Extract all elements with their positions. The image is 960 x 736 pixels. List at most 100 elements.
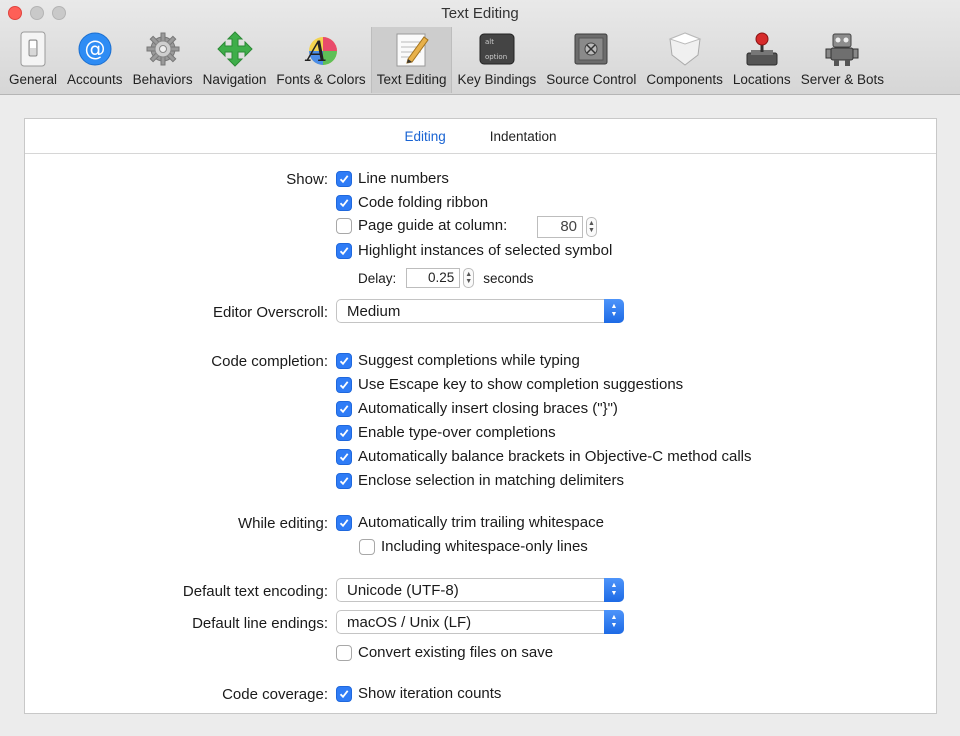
convert-files-checkbox[interactable] xyxy=(336,644,352,661)
whitespace-only-option[interactable]: Including whitespace-only lines xyxy=(359,538,588,555)
stepper-down-icon: ▼ xyxy=(465,278,473,285)
text-edit-pad-icon xyxy=(393,30,431,68)
toolbar-label: Source Control xyxy=(546,72,637,87)
coverage-label: Code coverage: xyxy=(222,686,328,703)
completion-option-brackets[interactable]: Automatically balance brackets in Object… xyxy=(336,448,752,465)
escape-key-checkbox[interactable] xyxy=(336,376,352,393)
iteration-counts-label: Show iteration counts xyxy=(358,685,502,702)
robot-icon xyxy=(823,30,861,68)
svg-text:@: @ xyxy=(84,37,105,61)
iteration-counts-option[interactable]: Show iteration counts xyxy=(336,685,501,702)
toolbar-label: Key Bindings xyxy=(457,72,537,87)
highlight-instances-option[interactable]: Highlight instances of selected symbol xyxy=(336,242,612,259)
completion-option-escape[interactable]: Use Escape key to show completion sugges… xyxy=(336,376,683,393)
tab-indentation[interactable]: Indentation xyxy=(490,129,557,144)
line-numbers-label: Line numbers xyxy=(358,170,449,187)
line-endings-select[interactable]: macOS / Unix (LF) ▲ ▼ xyxy=(336,610,624,634)
encoding-select[interactable]: Unicode (UTF-8) ▲ ▼ xyxy=(336,578,624,602)
toolbar-item-source-control[interactable]: Source Control xyxy=(541,27,641,93)
stepper-up-icon: ▲ xyxy=(465,271,473,278)
overscroll-select[interactable]: Medium ▲ ▼ xyxy=(336,299,624,323)
balance-brackets-checkbox[interactable] xyxy=(336,448,352,465)
toolbar-item-components[interactable]: Components xyxy=(641,27,728,93)
at-sign-icon: @ xyxy=(76,30,114,68)
title-bar: Text Editing General @ Accounts Behavior… xyxy=(0,0,960,95)
code-folding-checkbox[interactable] xyxy=(336,194,352,211)
completion-option-enclose[interactable]: Enclose selection in matching delimiters xyxy=(336,472,624,489)
svg-text:option: option xyxy=(485,53,507,61)
delay-field[interactable]: 0.25 xyxy=(406,268,461,288)
delay-unit: seconds xyxy=(483,270,534,286)
page-guide-option[interactable]: Page guide at column: xyxy=(336,217,507,234)
page-guide-column-field[interactable]: 80 xyxy=(537,216,583,238)
window-title: Text Editing xyxy=(441,5,519,22)
toolbar-label: Behaviors xyxy=(132,72,193,87)
line-numbers-checkbox[interactable] xyxy=(336,170,352,187)
completion-option-braces[interactable]: Automatically insert closing braces ("}"… xyxy=(336,400,618,417)
closing-braces-checkbox[interactable] xyxy=(336,400,352,417)
code-folding-option[interactable]: Code folding ribbon xyxy=(336,194,488,211)
whitespace-only-checkbox[interactable] xyxy=(359,538,375,555)
line-endings-label: Default line endings: xyxy=(192,615,328,632)
trim-whitespace-option[interactable]: Automatically trim trailing whitespace xyxy=(336,514,604,531)
type-over-checkbox[interactable] xyxy=(336,424,352,441)
tab-editing[interactable]: Editing xyxy=(404,129,445,144)
toolbar-item-server-bots[interactable]: Server & Bots xyxy=(796,27,889,93)
preferences-toolbar: General @ Accounts Behaviors Navigation … xyxy=(4,27,889,93)
page-guide-label: Page guide at column: xyxy=(358,217,508,234)
trim-whitespace-checkbox[interactable] xyxy=(336,514,352,531)
enclose-selection-checkbox[interactable] xyxy=(336,472,352,489)
encoding-value: Unicode (UTF-8) xyxy=(347,581,459,599)
toolbar-item-key-bindings[interactable]: alt option Key Bindings xyxy=(452,27,541,93)
show-label: Show: xyxy=(286,171,328,188)
select-chevron-icon: ▲ ▼ xyxy=(604,299,624,323)
suggest-completions-checkbox[interactable] xyxy=(336,352,352,369)
code-folding-label: Code folding ribbon xyxy=(358,194,489,211)
toolbar-item-behaviors[interactable]: Behaviors xyxy=(128,27,198,93)
overscroll-label: Editor Overscroll: xyxy=(212,304,328,321)
toolbar-item-fonts-colors[interactable]: A Fonts & Colors xyxy=(271,27,370,93)
whitespace-only-label: Including whitespace-only lines xyxy=(381,538,588,555)
highlight-instances-label: Highlight instances of selected symbol xyxy=(358,242,613,259)
toolbar-item-navigation[interactable]: Navigation xyxy=(198,27,272,93)
completion-option-suggest[interactable]: Suggest completions while typing xyxy=(336,352,580,369)
toolbar-label: General xyxy=(9,72,58,87)
encoding-label: Default text encoding: xyxy=(182,583,328,600)
closing-braces-label: Automatically insert closing braces ("}"… xyxy=(358,400,618,417)
move-arrows-icon xyxy=(216,30,254,68)
line-endings-value: macOS / Unix (LF) xyxy=(347,613,472,631)
balance-brackets-label: Automatically balance brackets in Object… xyxy=(358,448,752,465)
option-key-icon: alt option xyxy=(478,30,516,68)
joystick-icon xyxy=(743,30,781,68)
stepper-down-icon: ▼ xyxy=(588,227,595,234)
color-font-icon: A xyxy=(302,30,340,68)
select-chevron-icon: ▲ ▼ xyxy=(604,610,624,634)
svg-text:A: A xyxy=(304,35,327,67)
toolbar-item-accounts[interactable]: @ Accounts xyxy=(62,27,128,93)
enclose-selection-label: Enclose selection in matching delimiters xyxy=(358,472,624,489)
general-switch-icon xyxy=(14,30,52,68)
toolbar-label: Text Editing xyxy=(376,72,447,87)
page-guide-stepper[interactable]: ▲ ▼ xyxy=(586,217,597,237)
toolbar-label: Fonts & Colors xyxy=(276,72,366,87)
toolbar-item-locations[interactable]: Locations xyxy=(728,27,796,93)
suggest-completions-label: Suggest completions while typing xyxy=(358,352,580,369)
delay-stepper[interactable]: ▲ ▼ xyxy=(463,268,475,288)
tab-bar: Editing Indentation xyxy=(25,119,936,154)
highlight-instances-checkbox[interactable] xyxy=(336,242,352,259)
toolbar-item-text-editing[interactable]: Text Editing xyxy=(370,27,453,93)
toolbar-item-general[interactable]: General xyxy=(4,27,62,93)
gear-icon xyxy=(144,30,182,68)
stepper-up-icon: ▲ xyxy=(588,220,595,227)
type-over-label: Enable type-over completions xyxy=(358,424,556,441)
delay-label: Delay: xyxy=(358,270,397,286)
completion-option-typeover[interactable]: Enable type-over completions xyxy=(336,424,556,441)
trim-whitespace-label: Automatically trim trailing whitespace xyxy=(358,514,604,531)
toolbar-label: Components xyxy=(646,72,723,87)
safe-vault-icon xyxy=(572,30,610,68)
page-guide-checkbox[interactable] xyxy=(336,217,352,234)
iteration-counts-checkbox[interactable] xyxy=(336,685,352,702)
convert-files-option[interactable]: Convert existing files on save xyxy=(336,644,553,661)
toolbar-label: Navigation xyxy=(202,72,267,87)
line-numbers-option[interactable]: Line numbers xyxy=(336,170,449,187)
